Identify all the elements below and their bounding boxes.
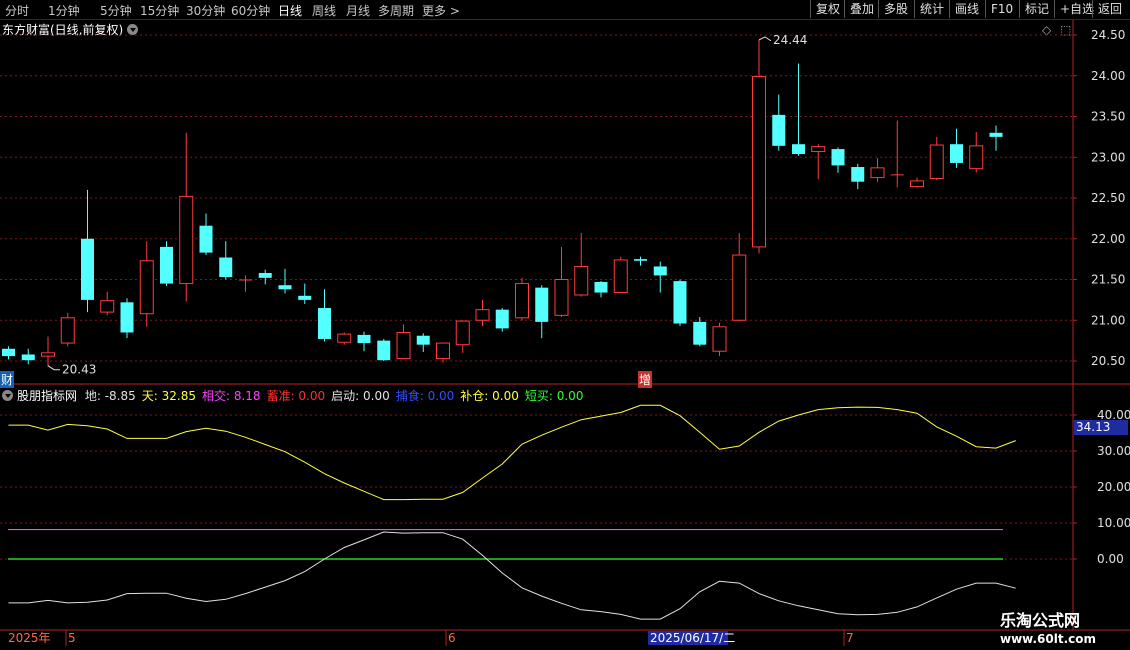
candle-body [21,354,35,361]
candle-body [535,287,549,322]
price-tick-label: 21.00 [1091,313,1125,327]
candle-body [60,317,75,344]
candle-body [851,167,865,182]
price-tick-label: 21.50 [1091,273,1125,287]
cai-marker[interactable]: 财 [0,371,15,388]
candle-body [634,259,647,261]
indicator-fields: 地: -8.85 天: 32.85 相交: 8.18 蓄准: 0.00 启动: 0.00… [85,389,590,403]
indicator-field-5: 捕食: 0.00 [395,389,455,403]
indicator-field-0: 地: -8.85 [84,389,136,403]
candle-body [318,308,331,339]
indicator-header: 股朋指标网 地: -8.85 天: 32.85 相交: 8.18 蓄准: 0.00 启动… [2,387,595,404]
candle-body [120,302,134,333]
watermark: 乐淘公式网 www.60lt.com [1000,612,1096,648]
indicator-field-4: 启动: 0.00 [331,389,390,403]
indicator-tick-label: 20.00 [1097,480,1130,494]
candle-body [673,281,687,324]
candle-body [396,331,411,360]
candle-body [81,238,94,300]
watermark-url: www.60lt.com [1000,632,1097,646]
candle-body [377,340,391,361]
candle-body [811,146,826,153]
price-tick-label: 23.50 [1091,110,1125,124]
candle-body [436,342,450,360]
low-label: 20.43 [62,363,96,377]
candle-body [772,114,786,146]
high-arrow [758,36,772,42]
candle-body [910,180,924,188]
candle-body [337,333,352,343]
price-tick-label: 23.00 [1091,150,1125,164]
indicator-field-2: 相交: 8.18 [201,389,261,403]
watermark-name: 乐淘公式网 [1000,611,1081,630]
candle-body [278,285,292,290]
cursor-date-label: 2025/06/17/二 [650,631,735,645]
indicator-field-1: 天: 32.85 [141,389,196,403]
price-tick-label: 22.00 [1091,232,1125,246]
candle-body [693,321,707,345]
candle-body [989,132,1003,137]
candle-body [831,149,845,166]
candle-body [2,348,15,357]
price-tick-label: 24.00 [1091,69,1125,83]
candle-body [594,281,608,293]
candle-body [653,266,667,276]
candle-body [732,254,747,321]
indicator-tick-label: 10.00 [1097,516,1130,530]
price-tick-label: 22.50 [1091,191,1125,205]
candle-body [792,144,805,154]
zeng-marker[interactable]: 增 [638,371,653,388]
candle-body [416,335,430,345]
candle-body [455,320,470,346]
date-month-label: 6 [448,631,456,645]
indicator-series-tian [8,404,1016,501]
indicator-field-7: 短买: 0.00 [524,389,584,403]
candle-body [752,76,766,248]
candle-body [890,174,904,176]
candle-body [258,272,272,278]
candle-body [712,326,727,352]
date-year-label: 2025年 [8,631,51,645]
candle-body [950,144,963,163]
candle-body [929,144,944,179]
high-label: 24.44 [773,33,807,47]
candle-body [969,145,984,170]
candle-body [574,265,589,296]
indicator-name[interactable]: 股朋指标网 [17,389,77,403]
candle-body [100,300,115,313]
indicator-series-di [8,531,1016,620]
date-month-label: 7 [846,631,854,645]
chevron-down-icon[interactable] [2,390,13,401]
candle-body [515,283,529,319]
indicator-tick-label: 30.00 [1097,444,1130,458]
candle-body [475,309,490,321]
candle-body [179,195,194,285]
indicator-tick-label: 0.00 [1097,552,1124,566]
indicator-field-6: 补仓: 0.00 [460,389,519,403]
candle-body [219,257,233,278]
candle-body [554,279,569,316]
candle-body [139,260,154,315]
low-arrow [47,365,60,371]
candle-body [495,309,509,329]
candle-body [199,225,213,253]
candle-body [41,352,55,357]
candle-body [870,167,885,179]
candle-body [239,279,252,281]
chart-canvas[interactable]: 24.50 24.00 23.50 23.00 22.50 22.00 21.50 21.00… [0,0,1130,650]
candle-body [298,295,312,300]
candle-body [357,334,371,344]
candle-body [160,246,173,284]
price-tick-label: 24.50 [1091,28,1125,42]
price-tick-label: 20.50 [1091,354,1125,368]
current-value-tag: 34.13 [1074,420,1128,435]
date-month-label: 5 [68,631,76,645]
indicator-field-3: 蓄准: 0.00 [266,389,326,403]
candle-body [613,259,628,294]
